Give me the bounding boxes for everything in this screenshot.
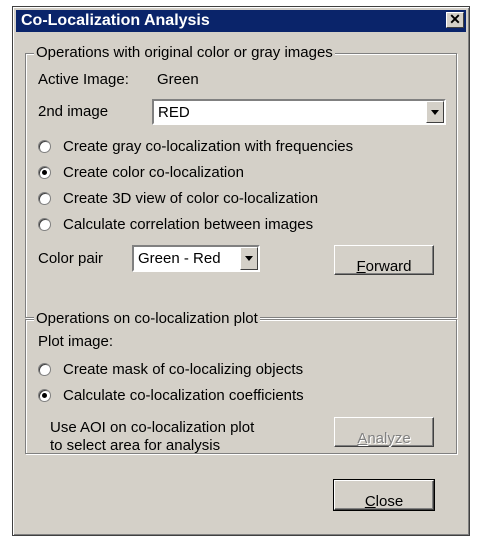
plot-image-label: Plot image:: [38, 333, 114, 350]
radio-button[interactable]: [38, 362, 51, 376]
radio-label: Create 3D view of color co-localization: [63, 189, 319, 207]
aoi-hint-line-2: to select area for analysis: [50, 437, 221, 454]
second-image-value: RED: [158, 104, 190, 121]
group-label-plot: Operations on co-localization plot: [34, 310, 260, 327]
radio-coefficients[interactable]: Calculate co-localization coefficients: [38, 385, 304, 405]
color-pair-dropdown-button[interactable]: [240, 247, 258, 270]
color-pair-label: Color pair: [38, 250, 104, 267]
title-bar[interactable]: Co-Localization Analysis ✕: [16, 10, 466, 32]
forward-mnemonic: F: [356, 258, 366, 275]
radio-button[interactable]: [38, 217, 51, 231]
original-images-group: Operations with original color or gray i…: [25, 44, 457, 318]
close-icon[interactable]: ✕: [446, 12, 464, 28]
group-label-original: Operations with original color or gray i…: [34, 44, 335, 61]
chevron-down-icon: [431, 110, 439, 115]
radio-label: Calculate correlation between images: [63, 215, 314, 233]
second-image-dropdown-button[interactable]: [426, 101, 444, 123]
second-image-select[interactable]: RED: [152, 99, 446, 125]
radio-gray-colocalization[interactable]: Create gray co-localization with frequen…: [38, 136, 353, 156]
plot-operations-group: Operations on co-localization plot Plot …: [25, 310, 457, 454]
radio-label: Create mask of co-localizing objects: [63, 360, 304, 378]
analyze-mnemonic: A: [357, 430, 368, 447]
analyze-button[interactable]: Analyze: [334, 417, 434, 447]
radio-correlation[interactable]: Calculate correlation between images: [38, 214, 313, 234]
radio-button[interactable]: [38, 139, 51, 153]
radio-label: Create gray co-localization with frequen…: [63, 137, 354, 155]
radio-button[interactable]: [38, 388, 51, 402]
active-image-label: Active Image:: [38, 71, 129, 88]
close-button[interactable]: Close: [333, 479, 435, 511]
window-title: Co-Localization Analysis: [21, 12, 210, 29]
radio-button[interactable]: [38, 191, 51, 205]
radio-button[interactable]: [38, 165, 51, 179]
second-image-label: 2nd image: [38, 103, 109, 120]
color-pair-select[interactable]: Green - Red: [132, 245, 260, 272]
radio-label: Calculate co-localization coefficients: [63, 386, 304, 404]
co-localization-dialog: Co-Localization Analysis ✕ Operations wi…: [12, 6, 470, 536]
active-image-value: Green: [157, 71, 199, 88]
analyze-label: nalyze: [367, 430, 411, 447]
aoi-hint-line-1: Use AOI on co-localization plot: [50, 419, 255, 436]
radio-3d-view[interactable]: Create 3D view of color co-localization: [38, 188, 318, 208]
color-pair-value: Green - Red: [138, 250, 221, 267]
radio-color-colocalization[interactable]: Create color co-localization: [38, 162, 244, 182]
radio-label: Create color co-localization: [63, 163, 244, 181]
close-label: lose: [375, 493, 404, 510]
forward-button[interactable]: Forward: [334, 245, 434, 275]
radio-create-mask[interactable]: Create mask of co-localizing objects: [38, 359, 303, 379]
chevron-down-icon: [245, 256, 253, 261]
forward-label: orward: [365, 258, 412, 275]
close-mnemonic: C: [364, 493, 376, 510]
